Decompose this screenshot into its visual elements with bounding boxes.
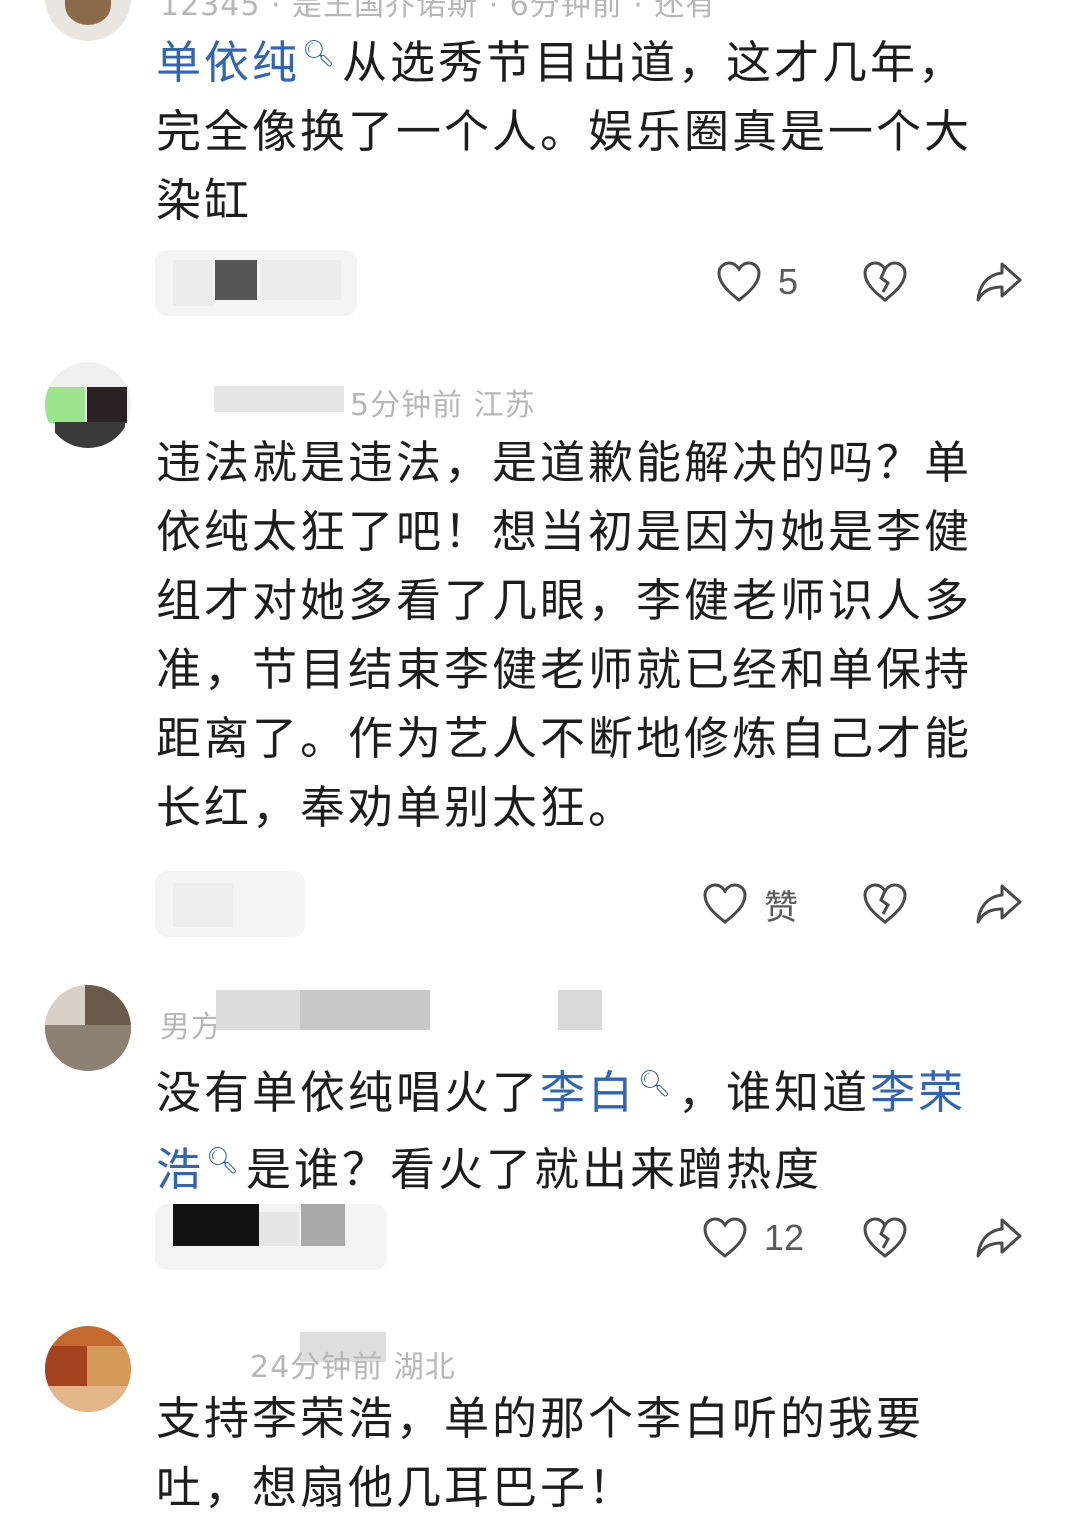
dislike-button[interactable] xyxy=(862,1208,908,1268)
action-bar: 赞 xyxy=(0,874,1080,934)
broken-heart-icon xyxy=(863,261,907,302)
keyword-link[interactable]: 单依纯 xyxy=(156,36,300,89)
broken-heart-icon xyxy=(863,1217,907,1258)
like-count: 12 xyxy=(764,1217,805,1258)
search-icon[interactable]: 🔍︎ xyxy=(302,20,338,89)
comment-meta: 5分钟前 江苏 xyxy=(350,388,536,423)
avatar[interactable] xyxy=(45,1326,131,1412)
share-arrow-icon xyxy=(976,884,1022,924)
comment-body: 单依纯🔍︎从选秀节目出道，这才几年，完全像换了一个人。娱乐圈真是一个大染缸 xyxy=(156,20,996,235)
comment-text: 没有单依纯唱火了 xyxy=(156,1066,541,1119)
action-bar: 5 xyxy=(0,252,1080,312)
heart-outline-icon xyxy=(717,261,761,302)
comment-body: 没有单依纯唱火了李白🔍︎，谁知道李荣浩🔍︎是谁？看火了就出来蹭热度 xyxy=(156,1050,996,1204)
share-arrow-icon xyxy=(976,262,1022,302)
action-bar: 12 xyxy=(0,1208,1080,1268)
share-button[interactable] xyxy=(974,874,1024,934)
like-button[interactable]: 5 xyxy=(716,252,798,312)
username-redacted xyxy=(214,386,344,412)
comment-text: 是谁？看火了就出来蹭热度 xyxy=(246,1143,823,1196)
heart-outline-icon xyxy=(703,883,747,924)
comment-text: ，谁知道 xyxy=(678,1066,871,1119)
comment-body: 支持李荣浩，单的那个李白听的我要吐，想扇他几耳巴子！ xyxy=(156,1392,925,1514)
dislike-button[interactable] xyxy=(862,874,908,934)
like-button[interactable]: 12 xyxy=(702,1208,804,1268)
username-redacted xyxy=(216,990,300,1030)
comment-body: 违法就是违法，是道歉能解决的吗？单依纯太狂了吧！想当初是因为她是李健组才对她多看… xyxy=(156,436,973,834)
search-icon[interactable]: 🔍︎ xyxy=(206,1127,242,1196)
avatar[interactable] xyxy=(45,0,131,41)
comment-meta: 24分钟前 湖北 xyxy=(250,1350,456,1385)
share-button[interactable] xyxy=(974,252,1024,312)
dislike-button[interactable] xyxy=(862,252,908,312)
share-button[interactable] xyxy=(974,1208,1024,1268)
like-count: 5 xyxy=(778,261,799,302)
search-icon[interactable]: 🔍︎ xyxy=(638,1050,674,1119)
avatar[interactable] xyxy=(45,362,131,448)
username-redacted xyxy=(300,990,430,1030)
keyword-link[interactable]: 李白 xyxy=(540,1066,636,1119)
heart-outline-icon xyxy=(703,1217,747,1258)
avatar[interactable] xyxy=(45,985,131,1071)
like-count: 赞 xyxy=(764,887,798,928)
like-button[interactable]: 赞 xyxy=(702,874,798,934)
username-redacted xyxy=(558,990,602,1030)
share-arrow-icon xyxy=(976,1218,1022,1258)
broken-heart-icon xyxy=(863,883,907,924)
comment-meta: 男方 xyxy=(160,1010,222,1045)
